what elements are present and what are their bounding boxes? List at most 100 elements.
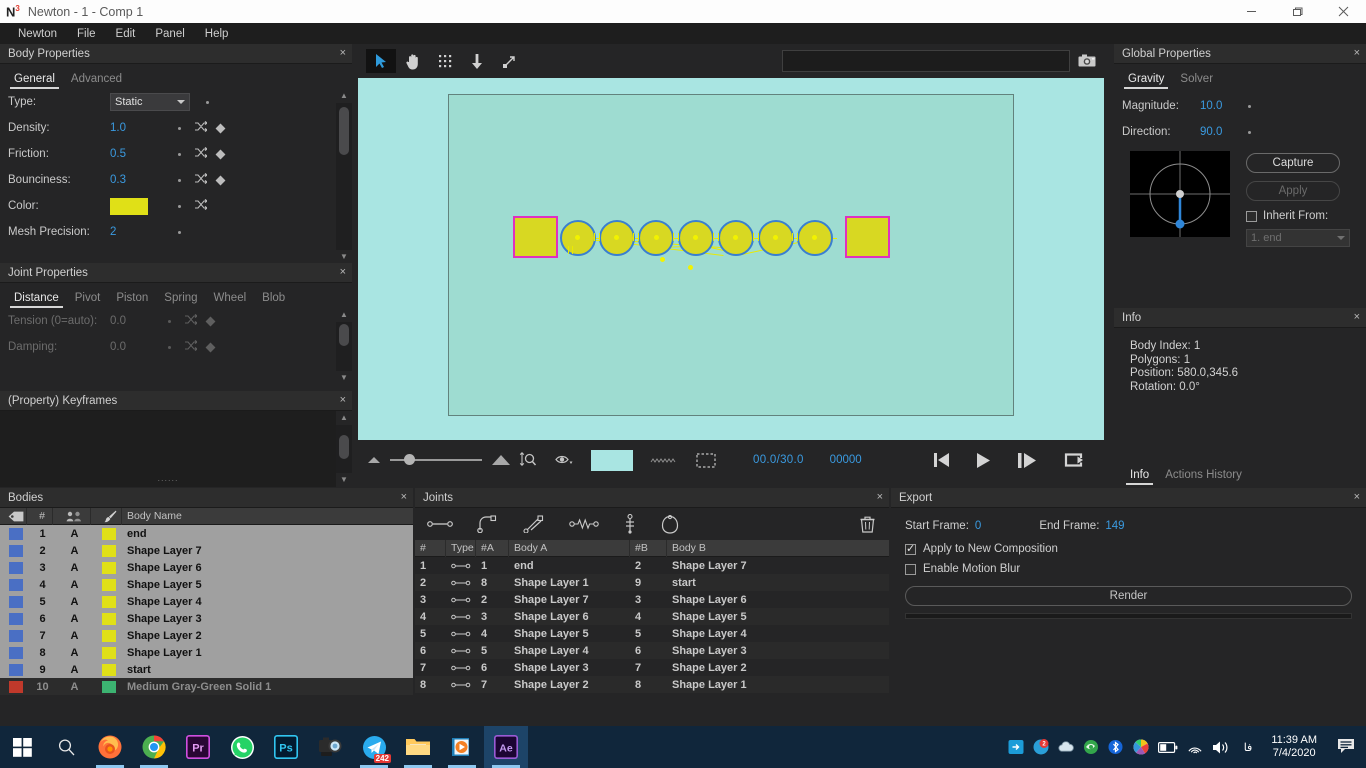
tab-pivot[interactable]: Pivot xyxy=(67,289,109,308)
body-properties-scrollbar[interactable]: ▲ ▼ xyxy=(336,89,352,264)
render-button[interactable]: Render xyxy=(905,586,1352,606)
friction-value[interactable]: 0.5 xyxy=(110,148,178,160)
damping-randomize-icon[interactable] xyxy=(185,339,198,354)
minimize-button[interactable] xyxy=(1228,0,1274,23)
apply-button[interactable]: Apply xyxy=(1246,181,1340,201)
inherit-from-checkbox[interactable] xyxy=(1246,210,1257,222)
joint-properties-scrollbar[interactable]: ▲ ▼ xyxy=(336,308,352,385)
body-color-chip[interactable] xyxy=(102,578,116,591)
camera-device-button[interactable] xyxy=(308,726,352,768)
pivot-joint-icon[interactable] xyxy=(477,515,499,533)
scroll-thumb[interactable] xyxy=(339,107,349,155)
bodies-col-body-name[interactable]: Body Name xyxy=(122,508,413,525)
body-color-chip[interactable] xyxy=(102,561,116,574)
bodies-col-number[interactable]: # xyxy=(27,507,53,525)
brush-icon[interactable] xyxy=(91,507,122,525)
start-frame-value[interactable]: 0 xyxy=(975,520,981,532)
whatsapp-button[interactable] xyxy=(220,726,264,768)
body-group[interactable]: A xyxy=(53,627,91,644)
menu-help[interactable]: Help xyxy=(195,26,239,42)
squiggle-icon[interactable] xyxy=(650,456,678,464)
tab-solver[interactable]: Solver xyxy=(1172,70,1221,89)
chrome-button[interactable] xyxy=(132,726,176,768)
scroll-down-icon[interactable]: ▼ xyxy=(340,250,348,264)
tab-actions-history[interactable]: Actions History xyxy=(1157,466,1250,485)
after-effects-button[interactable]: Ae xyxy=(484,726,528,768)
body-group[interactable]: A xyxy=(53,610,91,627)
table-row[interactable]: 2 A Shape Layer 7 xyxy=(0,542,413,559)
table-row[interactable]: 5 4 Shape Layer 5 5 Shape Layer 4 xyxy=(415,625,889,642)
density-keyframe-icon[interactable] xyxy=(215,123,226,133)
density-anim-dot[interactable] xyxy=(178,126,181,130)
color-swatch[interactable] xyxy=(110,197,148,215)
density-value[interactable]: 1.0 xyxy=(110,122,178,134)
body-enabled-chip[interactable] xyxy=(9,527,23,540)
start-button[interactable] xyxy=(0,726,44,768)
joints-col-b-num[interactable]: #B xyxy=(630,539,667,557)
mesh-precision-anim-dot[interactable] xyxy=(178,230,181,234)
tab-wheel[interactable]: Wheel xyxy=(206,289,255,308)
scroll-up-icon[interactable]: ▲ xyxy=(340,411,348,425)
table-row[interactable]: 3 A Shape Layer 6 xyxy=(0,559,413,576)
step-forward-icon[interactable] xyxy=(1017,452,1037,469)
table-row[interactable]: 1 A end xyxy=(0,525,413,542)
table-row[interactable]: 3 2 Shape Layer 7 3 Shape Layer 6 xyxy=(415,591,889,608)
piston-joint-icon[interactable] xyxy=(523,515,545,533)
color-randomize-icon[interactable] xyxy=(195,198,208,213)
mesh-precision-value[interactable]: 2 xyxy=(110,226,178,238)
table-row[interactable]: 10 A Medium Gray-Green Solid 1 xyxy=(0,678,413,695)
tab-gravity[interactable]: Gravity xyxy=(1120,70,1172,89)
joint-properties-close-icon[interactable]: × xyxy=(340,267,346,278)
select-tool-button[interactable] xyxy=(366,49,396,73)
launch-tool-button[interactable] xyxy=(494,49,524,73)
pan-tool-button[interactable] xyxy=(398,49,428,73)
body-properties-close-icon[interactable]: × xyxy=(340,48,346,59)
scroll-up-icon[interactable]: ▲ xyxy=(340,89,348,103)
group-icon[interactable] xyxy=(53,507,91,525)
tab-info[interactable]: Info xyxy=(1122,466,1157,485)
cloud-icon[interactable] xyxy=(1058,739,1074,755)
spring-joint-icon[interactable] xyxy=(569,518,599,530)
end-frame-value[interactable]: 149 xyxy=(1105,520,1124,532)
trash-icon[interactable] xyxy=(860,516,875,533)
global-properties-close-icon[interactable]: × xyxy=(1354,48,1360,59)
body-square-start[interactable] xyxy=(513,216,558,258)
body-group[interactable]: A xyxy=(53,644,91,661)
bounciness-randomize-icon[interactable] xyxy=(195,172,208,187)
eye-icon[interactable] xyxy=(555,453,574,467)
premiere-button[interactable]: Pr xyxy=(176,726,220,768)
wifi-icon[interactable] xyxy=(1187,739,1203,755)
damping-value[interactable]: 0.0 xyxy=(110,341,168,353)
tab-piston[interactable]: Piston xyxy=(108,289,156,308)
scroll-down-icon[interactable]: ▼ xyxy=(340,473,348,487)
maximize-button[interactable] xyxy=(1274,0,1320,23)
body-enabled-chip[interactable] xyxy=(9,663,23,676)
table-row[interactable]: 2 8 Shape Layer 1 9 start xyxy=(415,574,889,591)
bodies-panel-close-icon[interactable]: × xyxy=(401,492,407,503)
scroll-track[interactable] xyxy=(336,425,352,473)
damping-keyframe-icon[interactable] xyxy=(205,342,216,352)
table-row[interactable]: 4 3 Shape Layer 6 4 Shape Layer 5 xyxy=(415,608,889,625)
tension-value[interactable]: 0.0 xyxy=(110,315,168,327)
scroll-thumb[interactable] xyxy=(339,435,349,459)
distance-joint-icon[interactable] xyxy=(427,519,453,529)
body-color-chip[interactable] xyxy=(102,544,116,557)
direction-value[interactable]: 90.0 xyxy=(1200,126,1248,138)
zoom-slider[interactable] xyxy=(390,454,482,465)
body-enabled-chip[interactable] xyxy=(9,544,23,557)
table-row[interactable]: 5 A Shape Layer 4 xyxy=(0,593,413,610)
menu-newton[interactable]: Newton xyxy=(8,26,67,42)
battery-icon[interactable] xyxy=(1157,739,1178,755)
table-row[interactable]: 6 A Shape Layer 3 xyxy=(0,610,413,627)
firefox-button[interactable] xyxy=(88,726,132,768)
body-enabled-chip[interactable] xyxy=(9,629,23,642)
keyframes-grip[interactable]: ...... xyxy=(0,473,336,483)
joints-col-a-num[interactable]: #A xyxy=(476,539,509,557)
joints-col-type[interactable]: Type xyxy=(446,539,476,557)
camera-icon[interactable] xyxy=(1070,54,1104,68)
zoom-fit-icon[interactable] xyxy=(519,452,537,468)
blob-joint-icon[interactable] xyxy=(661,514,679,534)
skip-back-icon[interactable] xyxy=(933,452,950,468)
wheel-joint-icon[interactable] xyxy=(623,514,637,534)
explorer-button[interactable] xyxy=(396,726,440,768)
